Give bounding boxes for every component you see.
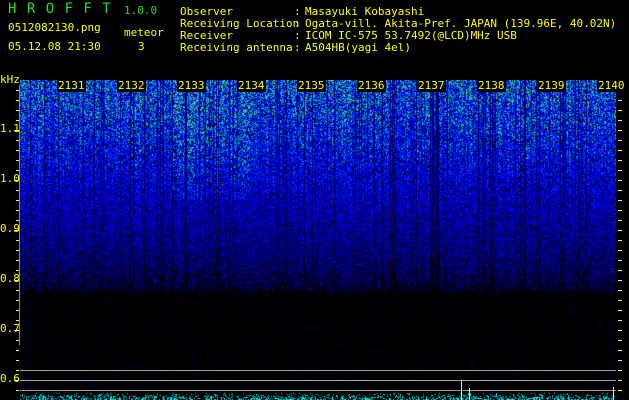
- y-tick: [618, 180, 622, 181]
- y-tick: [618, 360, 622, 361]
- y-tick: [618, 170, 622, 171]
- y-tick: [618, 380, 622, 381]
- meteor-marker: [469, 388, 470, 400]
- app-version: 1.0.0: [124, 4, 158, 17]
- time-tick-label: 2135: [297, 79, 326, 92]
- axis-unit: kHz: [0, 73, 20, 86]
- time-tick-label: 2136: [357, 79, 386, 92]
- y-tick: [618, 350, 622, 351]
- y-tick: [618, 190, 622, 191]
- app-title: H R O F F T: [8, 1, 112, 17]
- y-tick: [618, 220, 622, 221]
- y-tick: [618, 330, 622, 331]
- time-tick-label: 2139: [537, 79, 566, 92]
- y-tick: [618, 390, 622, 391]
- y-tick-label: 0.8: [0, 272, 20, 285]
- time-tick-label: 2137: [417, 79, 446, 92]
- meteor-label: meteor: [124, 26, 164, 39]
- filename: 0512082130.png: [8, 21, 101, 34]
- spectrogram: [20, 80, 616, 400]
- y-tick: [618, 210, 622, 211]
- y-tick: [618, 160, 622, 161]
- time-tick-label: 2132: [117, 79, 146, 92]
- y-tick: [618, 260, 622, 261]
- y-tick: [618, 320, 622, 321]
- y-tick: [618, 200, 622, 201]
- time-tick-label: 2131: [57, 79, 86, 92]
- y-tick: [618, 120, 622, 121]
- y-tick: [618, 110, 622, 111]
- y-tick-label: 0.7: [0, 322, 20, 335]
- y-tick: [618, 270, 622, 271]
- y-tick: [618, 290, 622, 291]
- y-tick: [618, 310, 622, 311]
- y-tick: [16, 390, 19, 391]
- y-tick: [16, 350, 19, 351]
- info-value: A504HB(yagi 4el): [305, 41, 411, 54]
- y-tick-label: 0.9: [0, 222, 20, 235]
- time-tick-label: 2140: [597, 79, 626, 92]
- threshold-line: [20, 370, 616, 371]
- info-label: Receiving antenna: [180, 41, 293, 54]
- time-tick-label: 2133: [177, 79, 206, 92]
- y-tick: [618, 300, 622, 301]
- axis-line: [19, 85, 20, 345]
- y-tick-label: 0.6: [0, 372, 20, 385]
- info-colon: :: [294, 41, 301, 54]
- y-tick: [618, 130, 622, 131]
- y-tick: [618, 280, 622, 281]
- y-tick: [618, 370, 622, 371]
- meteor-count: 3: [138, 40, 145, 53]
- y-tick: [14, 380, 19, 381]
- threshold-line: [20, 390, 616, 391]
- y-tick: [618, 230, 622, 231]
- y-tick: [618, 250, 622, 251]
- y-tick-label: 1.1: [0, 122, 20, 135]
- threshold-line: [20, 380, 616, 381]
- y-tick-label: 1.0: [0, 172, 20, 185]
- datetime: 05.12.08 21:30: [8, 40, 101, 53]
- y-tick: [618, 340, 622, 341]
- y-tick: [618, 100, 622, 101]
- time-tick-label: 2138: [477, 79, 506, 92]
- y-tick: [16, 360, 19, 361]
- meteor-marker: [461, 380, 462, 400]
- y-tick: [618, 150, 622, 151]
- y-tick: [618, 240, 622, 241]
- time-tick-label: 2134: [237, 79, 266, 92]
- meteor-marker: [613, 387, 614, 400]
- y-tick: [16, 370, 19, 371]
- y-tick: [618, 140, 622, 141]
